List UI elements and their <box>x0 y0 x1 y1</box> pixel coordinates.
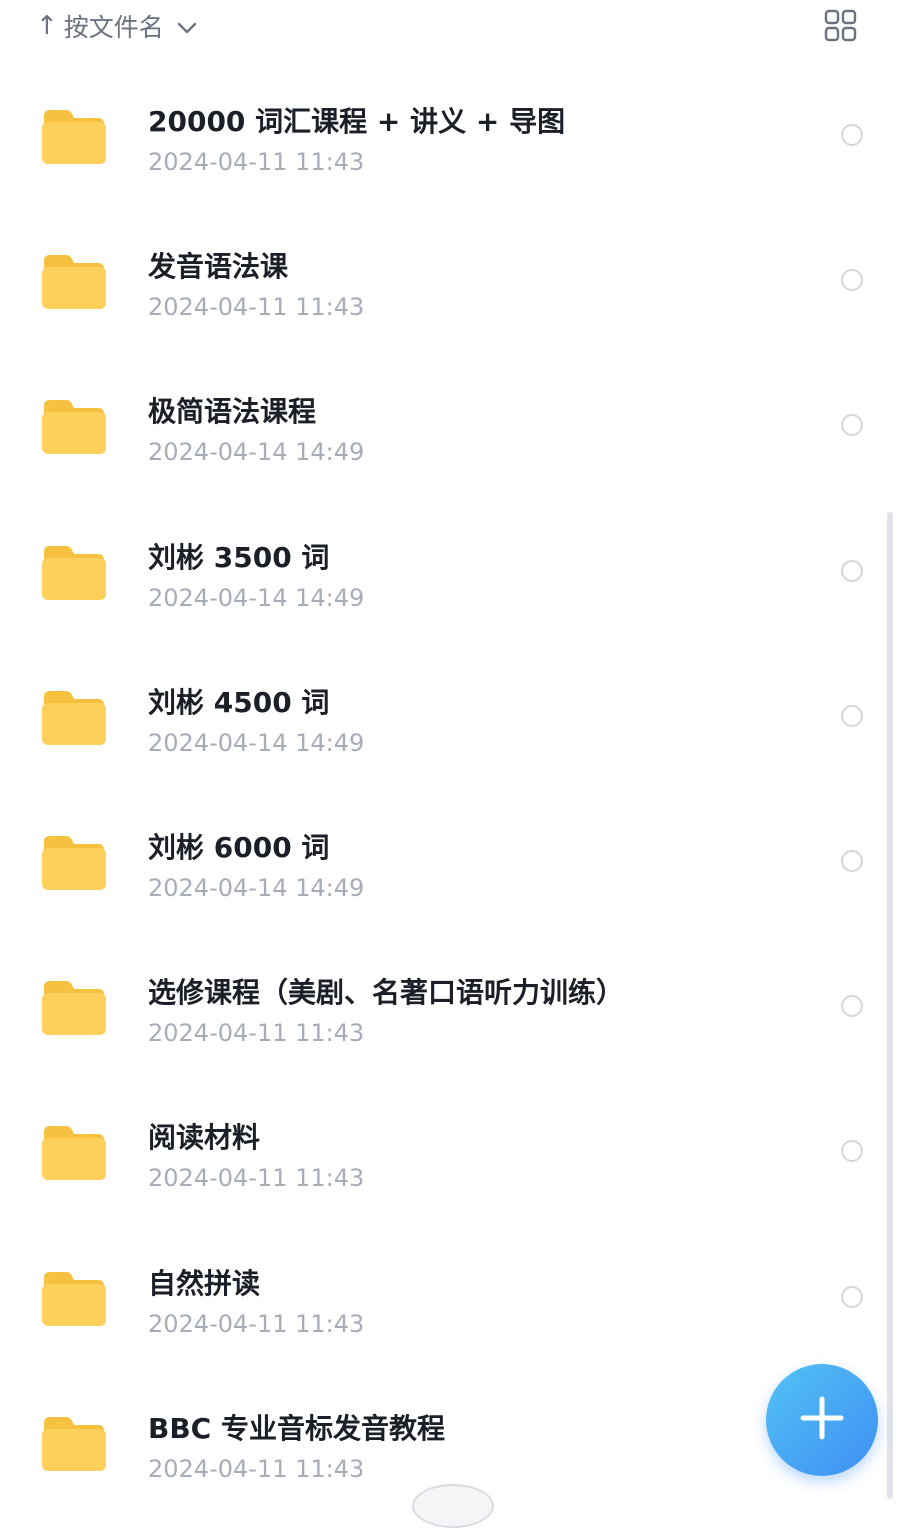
add-button[interactable] <box>766 1364 878 1476</box>
list-item[interactable]: 选修课程（美剧、名著口语听力训练） 2024-04-11 11:43 <box>0 935 900 1080</box>
chevron-down-icon <box>176 12 198 41</box>
select-radio[interactable] <box>841 124 863 146</box>
sort-by-filename-button[interactable]: ↑ 按文件名 <box>36 6 198 46</box>
modified-time: 2024-04-11 11:43 <box>148 1164 365 1193</box>
select-radio[interactable] <box>841 995 863 1018</box>
list-item[interactable]: 刘彬 3500 词 2024-04-14 14:49 <box>0 500 900 645</box>
modified-time: 2024-04-14 14:49 <box>148 728 365 757</box>
arrow-up-icon: ↑ <box>36 11 58 41</box>
file-list: 20000 词汇课程 + 讲义 + 导图 2024-04-11 11:43 发音… <box>0 64 900 1516</box>
modified-time: 2024-04-11 11:43 <box>148 148 365 176</box>
modified-time: 2024-04-11 11:43 <box>148 293 365 322</box>
folder-icon <box>40 1413 108 1473</box>
list-item[interactable]: 极简语法课程 2024-04-14 14:49 <box>0 354 900 499</box>
folder-name: 选修课程（美剧、名著口语听力训练） <box>148 976 625 1010</box>
modified-time: 2024-04-14 14:49 <box>148 438 365 467</box>
folder-name: BBC 专业音标发音教程 <box>148 1411 445 1445</box>
select-radio[interactable] <box>841 1140 863 1163</box>
sort-label: 按文件名 <box>63 13 164 42</box>
folder-name: 极简语法课程 <box>148 395 317 429</box>
folder-icon <box>40 106 108 166</box>
folder-icon <box>40 396 108 456</box>
modified-time: 2024-04-14 14:49 <box>148 583 365 612</box>
bottom-tab-button[interactable] <box>412 1484 494 1528</box>
list-item[interactable]: 自然拼读 2024-04-11 11:43 <box>0 1226 900 1371</box>
list-item[interactable]: 刘彬 6000 词 2024-04-14 14:49 <box>0 790 900 935</box>
select-radio[interactable] <box>841 1285 863 1308</box>
folder-name: 刘彬 6000 词 <box>148 830 330 864</box>
folder-icon <box>40 1268 108 1328</box>
modified-time: 2024-04-14 14:49 <box>148 873 365 902</box>
folder-name: 刘彬 4500 词 <box>148 685 330 719</box>
folder-name: 20000 词汇课程 + 讲义 + 导图 <box>148 105 566 138</box>
modified-time: 2024-04-11 11:43 <box>148 1019 365 1048</box>
list-item[interactable]: 阅读材料 2024-04-11 11:43 <box>0 1080 900 1225</box>
folder-name: 刘彬 3500 词 <box>148 540 330 574</box>
folder-name: 阅读材料 <box>148 1121 261 1155</box>
folder-icon <box>40 1122 108 1182</box>
grid-view-icon[interactable] <box>822 8 860 44</box>
select-radio[interactable] <box>841 849 863 872</box>
folder-name: 自然拼读 <box>148 1266 261 1300</box>
scrollbar[interactable] <box>887 512 893 1499</box>
list-item[interactable]: 刘彬 4500 词 2024-04-14 14:49 <box>0 645 900 790</box>
select-radio[interactable] <box>841 559 863 582</box>
folder-icon <box>40 542 108 602</box>
modified-time: 2024-04-11 11:43 <box>148 1309 365 1338</box>
select-radio[interactable] <box>841 704 863 727</box>
folder-icon <box>40 977 108 1037</box>
toolbar: ↑ 按文件名 <box>0 0 900 60</box>
folder-icon <box>40 251 108 311</box>
select-radio[interactable] <box>841 269 863 292</box>
list-item[interactable]: 发音语法课 2024-04-11 11:43 <box>0 209 900 354</box>
folder-icon <box>40 832 108 892</box>
list-item[interactable]: 20000 词汇课程 + 讲义 + 导图 2024-04-11 11:43 <box>0 64 900 209</box>
plus-icon <box>799 1395 845 1445</box>
folder-icon <box>40 687 108 747</box>
folder-name: 发音语法课 <box>148 250 289 284</box>
select-radio[interactable] <box>841 414 863 437</box>
modified-time: 2024-04-11 11:43 <box>148 1454 365 1483</box>
